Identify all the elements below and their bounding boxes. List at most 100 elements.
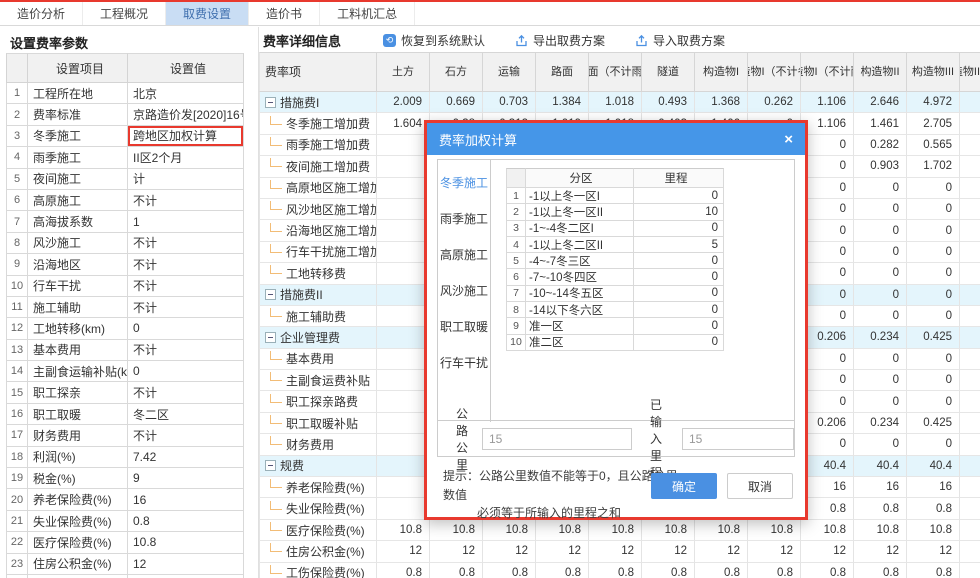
settings-row[interactable]: 7 高海拔系数 1 [6, 211, 244, 232]
settings-row[interactable]: 17 财务费用 不计 [6, 425, 244, 446]
mileage-value[interactable]: 0 [634, 188, 724, 204]
settings-row[interactable]: 12 工地转移(km) 0 [6, 318, 244, 339]
zone-row[interactable]: 1 -1以上冬一区I 0 [506, 188, 724, 204]
setting-value[interactable]: 10.8 [128, 532, 244, 553]
collapse-icon[interactable] [265, 332, 276, 343]
settings-row[interactable]: 5 夜间施工 计 [6, 169, 244, 190]
setting-value[interactable]: 北京 [128, 83, 244, 104]
setting-value[interactable]: 7.42 [128, 447, 244, 468]
settings-row[interactable]: 10 行车干扰 不计 [6, 276, 244, 297]
zone-row[interactable]: 9 准一区 0 [506, 318, 724, 334]
zone-row[interactable]: 7 -10~-14冬五区 0 [506, 286, 724, 302]
collapse-icon[interactable] [265, 460, 276, 471]
settings-row[interactable]: 22 医疗保险费(%) 10.8 [6, 532, 244, 553]
restore-default-button[interactable]: ⟲ 恢复到系统默认 [383, 32, 485, 49]
setting-value[interactable]: II区2个月 [128, 147, 244, 168]
setting-value[interactable]: 冬二区 [128, 404, 244, 425]
setting-value[interactable]: 不计 [128, 233, 244, 254]
setting-value[interactable]: 跨地区加权计算 [128, 126, 244, 147]
settings-row[interactable]: 16 职工取暖 冬二区 [6, 404, 244, 425]
zone-row[interactable]: 8 -14以下冬六区 0 [506, 302, 724, 318]
mileage-value[interactable]: 0 [634, 302, 724, 318]
settings-row[interactable]: 6 高原施工 不计 [6, 190, 244, 211]
settings-row[interactable]: 14 主副食运输补贴(km) 0 [6, 361, 244, 382]
fee-table-row[interactable]: 住房公积金(%) 12 12 12 12 12 12 12 12 12 12 1… [259, 541, 980, 562]
settings-row[interactable]: 13 基本费用 不计 [6, 340, 244, 361]
setting-value[interactable]: 不计 [128, 340, 244, 361]
cancel-button[interactable]: 取消 [727, 473, 793, 499]
settings-row[interactable]: 8 风沙施工 不计 [6, 233, 244, 254]
mileage-value[interactable]: 0 [634, 253, 724, 269]
fee-value-cell: 0.234 [854, 327, 907, 348]
tab[interactable]: 造价书 [249, 2, 320, 25]
zone-row[interactable]: 6 -7~-10冬四区 0 [506, 269, 724, 285]
tab[interactable]: 取费设置 [166, 2, 249, 25]
mileage-value[interactable]: 0 [634, 221, 724, 237]
setting-value[interactable]: 不计 [128, 190, 244, 211]
fee-table-row[interactable]: 措施费I 2.009 0.669 0.703 1.384 1.018 0.493… [259, 92, 980, 113]
mileage-value[interactable]: 10 [634, 204, 724, 220]
setting-value[interactable]: 不计 [128, 254, 244, 275]
mileage-value[interactable]: 0 [634, 286, 724, 302]
zone-row[interactable]: 3 -1~-4冬二区I 0 [506, 221, 724, 237]
zone-row[interactable]: 5 -4~-7冬三区 0 [506, 253, 724, 269]
setting-value[interactable]: 0.8 [128, 511, 244, 532]
fee-item-cell: 职工取暖补贴 [259, 413, 377, 434]
calc-category-item[interactable]: 雨季施工 [438, 200, 490, 236]
setting-value[interactable]: 京路造价发[2020]16号 [128, 104, 244, 125]
tab[interactable]: 造价分析 [0, 2, 83, 25]
setting-value[interactable]: 不计 [128, 297, 244, 318]
settings-row[interactable]: 11 施工辅助 不计 [6, 297, 244, 318]
export-plan-button[interactable]: 导出取费方案 [515, 32, 605, 49]
settings-row[interactable]: 9 沿海地区 不计 [6, 254, 244, 275]
fee-table-row[interactable]: 医疗保险费(%) 10.8 10.8 10.8 10.8 10.8 10.8 1… [259, 520, 980, 541]
collapse-icon[interactable] [265, 289, 276, 300]
collapse-icon[interactable] [265, 97, 276, 108]
setting-value[interactable]: 0 [128, 361, 244, 382]
settings-row[interactable]: 23 住房公积金(%) 12 [6, 554, 244, 575]
confirm-button[interactable]: 确定 [651, 473, 717, 499]
tab[interactable]: 工料机汇总 [320, 2, 415, 25]
calc-category-item[interactable]: 冬季施工 [438, 164, 490, 200]
settings-row[interactable]: 18 利润(%) 7.42 [6, 447, 244, 468]
setting-value[interactable]: 16 [128, 489, 244, 510]
settings-row[interactable]: 20 养老保险费(%) 16 [6, 489, 244, 510]
tab[interactable]: 工程概况 [83, 2, 166, 25]
settings-row[interactable]: 19 税金(%) 9 [6, 468, 244, 489]
mileage-value[interactable]: 0 [634, 335, 724, 351]
settings-row[interactable]: 21 失业保险费(%) 0.8 [6, 511, 244, 532]
settings-row[interactable]: 2 费率标准 京路造价发[2020]16号 [6, 104, 244, 125]
dialog-title: 费率加权计算 [439, 130, 784, 149]
setting-value[interactable]: 不计 [128, 276, 244, 297]
setting-value[interactable]: 12 [128, 554, 244, 575]
dialog-titlebar[interactable]: 费率加权计算 × [427, 123, 805, 155]
setting-value[interactable]: 不计 [128, 382, 244, 403]
settings-row[interactable]: 15 职工探亲 不计 [6, 382, 244, 403]
setting-value[interactable]: 计 [128, 169, 244, 190]
calc-category-item[interactable]: 高原施工 [438, 236, 490, 272]
fee-table-row[interactable]: 工伤保险费(%) 0.8 0.8 0.8 0.8 0.8 0.8 0.8 0.8… [259, 563, 980, 578]
calc-category-item[interactable]: 职工取暖 [438, 308, 490, 344]
highway-km-input[interactable] [482, 428, 632, 450]
close-icon[interactable]: × [784, 131, 793, 148]
mileage-value[interactable]: 0 [634, 318, 724, 334]
setting-value[interactable]: 1 [128, 211, 244, 232]
entered-mileage-input[interactable] [682, 428, 794, 450]
settings-row[interactable]: 4 雨季施工 II区2个月 [6, 147, 244, 168]
mileage-value[interactable]: 0 [634, 269, 724, 285]
import-plan-button[interactable]: 导入取费方案 [635, 32, 725, 49]
setting-value[interactable]: 0 [128, 318, 244, 339]
row-number: 6 [6, 190, 28, 211]
zone-row[interactable]: 2 -1以上冬一区II 10 [506, 204, 724, 220]
fee-value-cell [377, 349, 430, 370]
settings-row[interactable]: 3 冬季施工 跨地区加权计算 [6, 126, 244, 147]
calc-category-item[interactable]: 风沙施工 [438, 272, 490, 308]
zone-row[interactable]: 10 准二区 0 [506, 335, 724, 351]
zone-row[interactable]: 4 -1以上冬二区II 5 [506, 237, 724, 253]
mileage-value[interactable]: 5 [634, 237, 724, 253]
calc-category-item[interactable]: 行车干扰 [438, 344, 490, 380]
setting-value[interactable]: 不计 [128, 425, 244, 446]
setting-value[interactable]: 9 [128, 468, 244, 489]
fee-value-cell: 10.8 [536, 520, 589, 541]
settings-row[interactable]: 1 工程所在地 北京 [6, 83, 244, 104]
